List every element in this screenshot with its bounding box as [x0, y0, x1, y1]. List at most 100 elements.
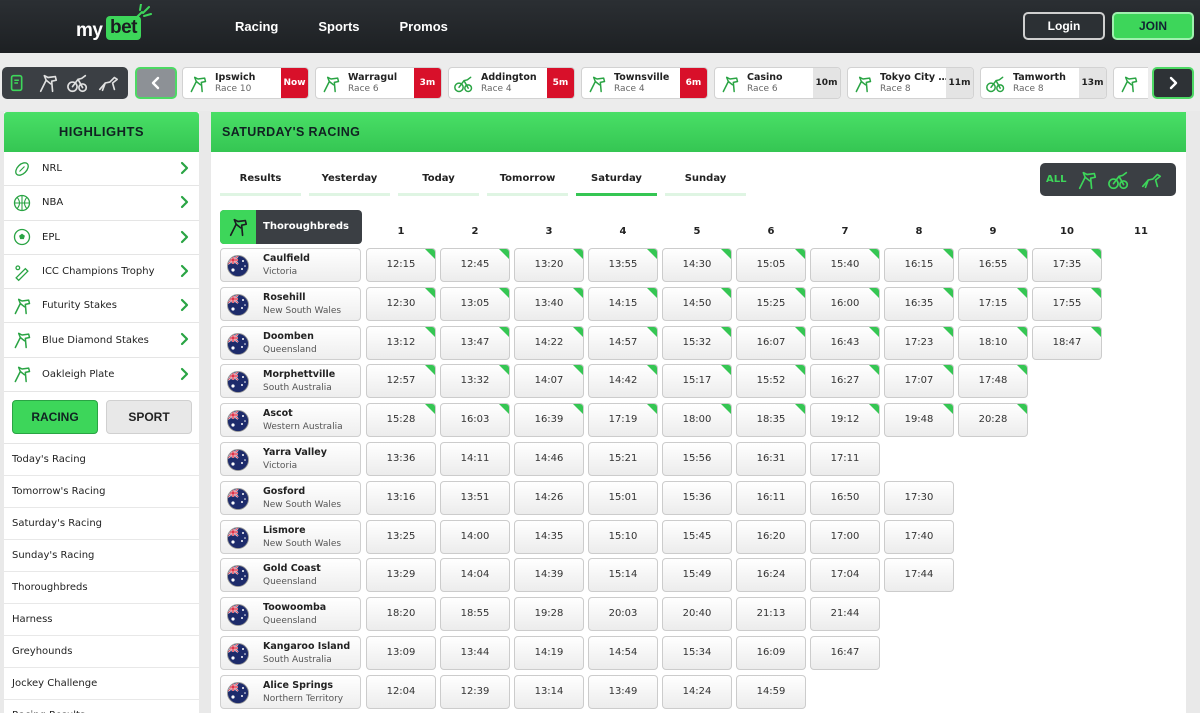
meeting-venue[interactable]: Caulfield Victoria [220, 248, 361, 282]
nav-promos[interactable]: Promos [400, 0, 448, 53]
day-tab[interactable]: Saturday [576, 168, 657, 196]
highlight-item[interactable]: ICC Champions Trophy [4, 255, 199, 290]
race-time-cell[interactable]: 13:40 [514, 286, 584, 321]
race-time-cell[interactable]: 13:25 [366, 519, 436, 554]
race-time-cell[interactable]: 13:16 [366, 480, 436, 515]
harness-code-icon[interactable] [1108, 169, 1130, 191]
race-time-cell[interactable]: 13:29 [366, 558, 436, 593]
race-time-cell[interactable]: 13:55 [588, 248, 658, 282]
race-time-cell[interactable]: 15:32 [662, 325, 732, 360]
meeting-venue[interactable]: Rosehill New South Wales [220, 286, 361, 321]
race-time-cell[interactable]: 17:35 [1032, 248, 1102, 282]
day-tab[interactable]: Today [398, 168, 479, 196]
day-tab[interactable]: Results [220, 168, 301, 196]
race-time-cell[interactable]: 15:05 [736, 248, 806, 282]
next-to-go-card[interactable]: Tokyo City ... Race 8 11m [847, 67, 974, 99]
meeting-venue[interactable]: Doomben Queensland [220, 325, 361, 360]
race-time-cell[interactable]: 16:11 [736, 480, 806, 515]
meeting-venue[interactable]: Gold Coast Queensland [220, 558, 361, 593]
race-time-cell[interactable]: 13:12 [366, 325, 436, 360]
race-time-cell[interactable]: 15:56 [662, 442, 732, 476]
meeting-venue[interactable]: Morphettville South Australia [220, 364, 361, 399]
race-time-cell[interactable]: 14:42 [588, 364, 658, 399]
race-time-cell[interactable]: 15:21 [588, 442, 658, 476]
harness-filter-icon[interactable] [67, 72, 89, 94]
sidebar-link[interactable]: Saturday's Racing [4, 508, 199, 541]
race-time-cell[interactable]: 17:04 [810, 558, 880, 593]
race-time-cell[interactable]: 21:13 [736, 597, 806, 632]
sidebar-link[interactable]: Sunday's Racing [4, 540, 199, 573]
sidebar-link[interactable]: Harness [4, 604, 199, 637]
race-time-cell[interactable]: 16:31 [736, 442, 806, 476]
race-time-cell[interactable]: 19:12 [810, 403, 880, 438]
race-time-cell[interactable]: 14:24 [662, 674, 732, 709]
race-time-cell[interactable]: 14:50 [662, 286, 732, 321]
race-time-cell[interactable]: 16:47 [810, 636, 880, 670]
race-time-cell[interactable]: 16:35 [884, 286, 954, 321]
race-time-cell[interactable]: 20:40 [662, 597, 732, 632]
sidebar-link[interactable]: Racing Results [4, 700, 199, 713]
race-time-cell[interactable]: 17:40 [884, 519, 954, 554]
race-time-cell[interactable]: 13:36 [366, 442, 436, 476]
race-time-cell[interactable]: 17:55 [1032, 286, 1102, 321]
race-time-cell[interactable]: 14:15 [588, 286, 658, 321]
race-time-cell[interactable]: 13:49 [588, 674, 658, 709]
race-time-cell[interactable]: 19:28 [514, 597, 584, 632]
race-time-cell[interactable]: 16:24 [736, 558, 806, 593]
race-time-cell[interactable]: 20:28 [958, 403, 1028, 438]
race-time-cell[interactable]: 14:35 [514, 519, 584, 554]
scroll-right-button[interactable] [1152, 67, 1194, 99]
race-time-cell[interactable]: 16:15 [884, 248, 954, 282]
race-time-cell[interactable]: 18:20 [366, 597, 436, 632]
race-time-cell[interactable]: 14:54 [588, 636, 658, 670]
next-to-go-card[interactable]: Townsville Race 4 6m [581, 67, 708, 99]
race-time-cell[interactable]: 16:07 [736, 325, 806, 360]
race-time-cell[interactable]: 12:57 [366, 364, 436, 399]
race-time-cell[interactable]: 16:27 [810, 364, 880, 399]
sport-toggle-button[interactable]: SPORT [106, 400, 192, 435]
scroll-left-button[interactable] [135, 67, 177, 99]
filter-all-button[interactable]: ALL [1046, 174, 1066, 185]
meeting-venue[interactable]: Yarra Valley Victoria [220, 442, 361, 476]
meeting-venue[interactable]: Ascot Western Australia [220, 403, 361, 438]
race-time-cell[interactable]: 15:01 [588, 480, 658, 515]
race-time-cell[interactable]: 21:44 [810, 597, 880, 632]
join-button[interactable]: JOIN [1112, 12, 1194, 40]
race-time-cell[interactable]: 15:36 [662, 480, 732, 515]
race-time-cell[interactable]: 17:44 [884, 558, 954, 593]
sidebar-link[interactable]: Thoroughbreds [4, 572, 199, 605]
race-time-cell[interactable]: 15:28 [366, 403, 436, 438]
race-time-cell[interactable]: 17:15 [958, 286, 1028, 321]
race-time-cell[interactable]: 14:19 [514, 636, 584, 670]
day-tab[interactable]: Tomorrow [487, 168, 568, 196]
race-time-cell[interactable]: 16:50 [810, 480, 880, 515]
next-to-go-card[interactable]: Addington Race 4 5m [448, 67, 575, 99]
sidebar-link[interactable]: Tomorrow's Racing [4, 476, 199, 509]
race-time-cell[interactable]: 14:46 [514, 442, 584, 476]
race-time-cell[interactable]: 14:57 [588, 325, 658, 360]
race-time-cell[interactable]: 14:39 [514, 558, 584, 593]
login-button[interactable]: Login [1023, 12, 1105, 40]
race-time-cell[interactable]: 14:04 [440, 558, 510, 593]
race-time-cell[interactable]: 12:15 [366, 248, 436, 282]
race-time-cell[interactable]: 15:49 [662, 558, 732, 593]
greyhound-filter-icon[interactable] [97, 72, 119, 94]
next-to-go-card[interactable] [1113, 67, 1148, 99]
race-time-cell[interactable]: 16:00 [810, 286, 880, 321]
race-time-cell[interactable]: 16:20 [736, 519, 806, 554]
highlight-item[interactable]: Oakleigh Plate [4, 358, 199, 393]
race-time-cell[interactable]: 15:34 [662, 636, 732, 670]
race-time-cell[interactable]: 16:43 [810, 325, 880, 360]
sidebar-link[interactable]: Today's Racing [4, 444, 199, 477]
thoroughbred-filter-icon[interactable] [37, 72, 59, 94]
next-to-go-card[interactable]: Warragul Race 6 3m [315, 67, 442, 99]
race-time-cell[interactable]: 19:48 [884, 403, 954, 438]
next-to-go-card[interactable]: Ipswich Race 10 Now [182, 67, 309, 99]
race-time-cell[interactable]: 13:51 [440, 480, 510, 515]
meeting-venue[interactable]: Lismore New South Wales [220, 519, 361, 554]
race-time-cell[interactable]: 14:11 [440, 442, 510, 476]
race-time-cell[interactable]: 15:17 [662, 364, 732, 399]
race-time-cell[interactable]: 18:10 [958, 325, 1028, 360]
highlight-item[interactable]: NRL [4, 152, 199, 187]
race-time-cell[interactable]: 17:23 [884, 325, 954, 360]
